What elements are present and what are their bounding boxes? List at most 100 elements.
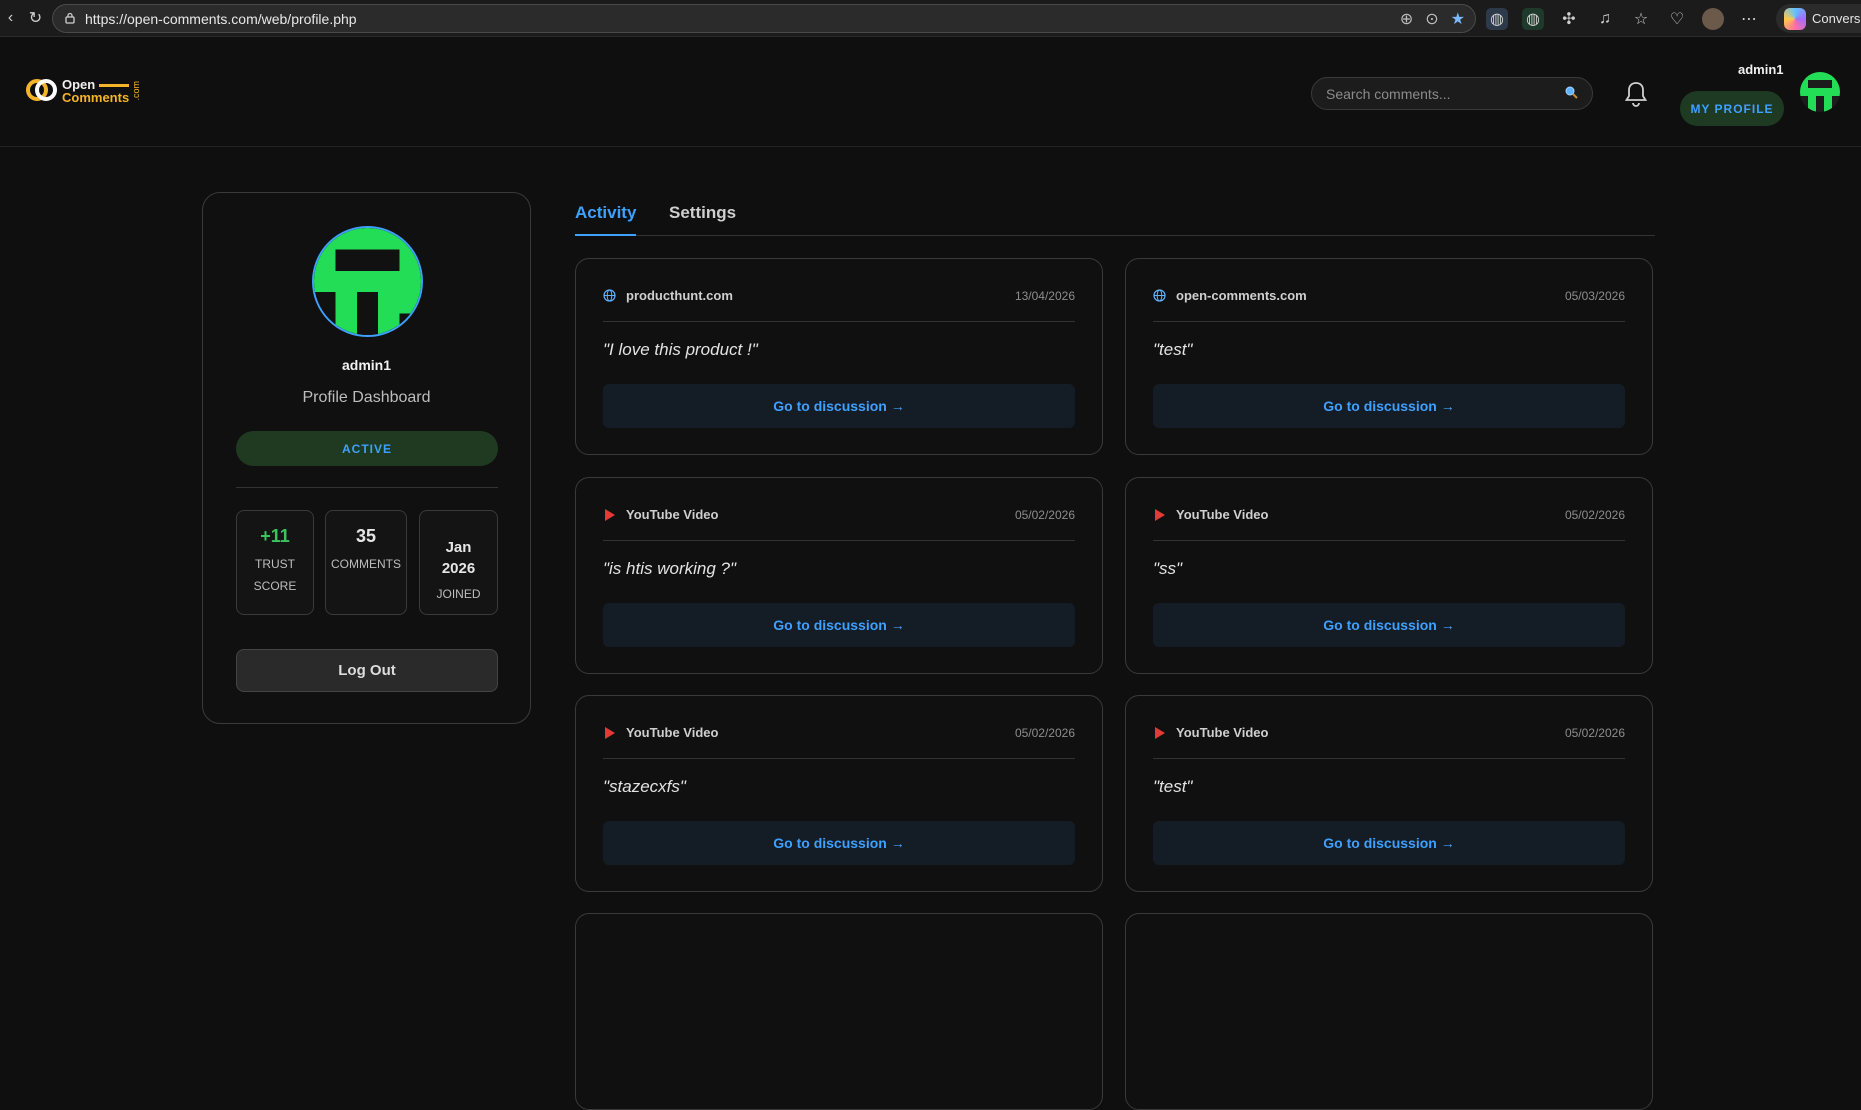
activity-comment: "ss" [1153,559,1183,578]
address-actions: ⊕ ⊙ ★ [1400,9,1465,29]
card-divider [603,321,1075,322]
search-box [1311,77,1593,110]
card-divider [1153,540,1625,541]
comments-stat: 35 COMMENTS [325,510,407,615]
profile-photo-icon[interactable] [1702,7,1724,30]
go-to-discussion-button[interactable]: Go to discussion → [1153,384,1625,428]
browser-nav: ‹ ↻ [0,8,50,28]
play-icon [603,508,616,521]
status-badge: ACTIVE [236,431,498,466]
activity-comment: "test" [1153,340,1193,359]
logout-button[interactable]: Log Out [236,649,498,692]
activity-date: 05/03/2026 [1564,288,1625,303]
reload-icon[interactable]: ↻ [29,8,42,28]
zoom-icon[interactable]: ⊕ [1400,9,1413,29]
activity-card: YouTube Video 05/02/2026 "test" Go to di… [1125,695,1653,892]
puzzle-icon[interactable]: ✣ [1558,8,1580,30]
profile-card: admin1 Profile Dashboard ACTIVE +11 TRUS… [202,192,531,724]
extension-icon[interactable]: ◍ [1522,7,1544,30]
activity-card: YouTube Video 05/02/2026 "ss" Go to disc… [1125,477,1653,674]
activity-card: YouTube Video 05/02/2026 "stazecxfs" Go … [575,695,1103,892]
activity-date: 05/02/2026 [1564,725,1625,740]
header-username: admin1 [1738,62,1784,77]
logo-bottom-text: Comments [62,90,130,105]
activity-source: YouTube Video [1176,507,1269,522]
play-icon [1153,508,1166,521]
go-to-discussion-button[interactable]: Go to discussion → [603,821,1075,865]
activity-source: YouTube Video [1176,725,1269,740]
card-divider [1153,321,1625,322]
activity-date: 05/02/2026 [1014,507,1075,522]
go-to-discussion-button[interactable]: Go to discussion → [603,603,1075,647]
copilot-button[interactable]: Conversa [1776,4,1861,33]
activity-comment: "stazecxfs" [603,777,686,796]
joined-month: Jan [445,539,472,556]
comments-label: COMMENTS [331,557,401,571]
play-icon [1153,726,1166,739]
activity-card: open-comments.com 05/03/2026 "test" Go t… [1125,258,1653,455]
url-text: https://open-comments.com/web/profile.ph… [85,10,357,27]
go-to-discussion-button[interactable]: Go to discussion → [603,384,1075,428]
card-divider [1153,758,1625,759]
favorites-icon[interactable]: ☆ [1630,8,1652,30]
activity-card: producthunt.com 13/04/2026 "I love this … [575,258,1103,455]
more-icon[interactable]: ⋯ [1738,8,1760,30]
globe-icon [1153,289,1166,302]
tab-settings[interactable]: Settings [669,203,736,223]
activity-card-partial [1125,913,1653,1110]
profile-name: admin1 [341,357,391,373]
trust-score-stat: +11 TRUST SCORE [236,510,314,615]
lock-icon [63,12,77,26]
my-profile-button[interactable]: MY PROFILE [1680,91,1784,126]
read-aloud-icon[interactable]: ⊙ [1425,9,1438,29]
profile-divider [236,487,498,488]
joined-label: JOINED [436,587,481,601]
browser-toolbar: ‹ ↻ https://open-comments.com/web/profil… [0,0,1861,37]
health-icon[interactable]: ♡ [1666,8,1688,30]
back-icon[interactable]: ‹ [8,9,13,27]
activity-source: YouTube Video [626,725,719,740]
copilot-label: Conversa [1812,11,1861,26]
play-icon [603,726,616,739]
trust-label-line1: TRUST [255,557,295,571]
search-icon[interactable] [1564,85,1578,102]
favorite-star-icon[interactable]: ★ [1451,9,1465,29]
go-to-discussion-button[interactable]: Go to discussion → [1153,821,1625,865]
logo-suffix: .com [131,81,142,101]
activity-comment: "I love this product !" [603,340,758,359]
go-to-discussion-button[interactable]: Go to discussion → [1153,603,1625,647]
card-divider [603,540,1075,541]
activity-source: producthunt.com [626,288,733,303]
activity-date: 05/02/2026 [1564,507,1625,522]
extensions-bar: ◍ ◍ ✣ ♫ ☆ ♡ ⋯ [1486,6,1760,31]
profile-avatar [312,226,423,337]
trust-label-line2: SCORE [253,579,297,593]
joined-year: 2026 [441,560,476,577]
site-logo[interactable]: Open Comments .com [26,77,141,105]
trust-score-label: TRUST SCORE [237,553,313,597]
profile-subtitle: Profile Dashboard [302,389,431,406]
copilot-icon [1784,7,1806,30]
search-input[interactable] [1326,85,1546,102]
profile-tabs: Activity Settings [575,200,1655,236]
music-icon[interactable]: ♫ [1594,8,1616,30]
globe-icon [603,289,616,302]
activity-card: YouTube Video 05/02/2026 "is htis workin… [575,477,1103,674]
comments-value: 35 [355,526,377,546]
site-header: Open Comments .com admin1 MY PROFILE [0,37,1861,147]
joined-stat: Jan 2026 JOINED [419,510,498,615]
notifications-bell-icon[interactable] [1622,79,1650,109]
trust-score-value: +11 [260,526,290,546]
logo-wordmark: Open Comments [62,78,130,105]
activity-comment: "is htis working ?" [603,559,737,578]
extension-icon[interactable]: ◍ [1486,7,1508,30]
tab-activity[interactable]: Activity [575,203,637,236]
header-avatar[interactable] [1800,72,1840,112]
joined-value: Jan 2026 [420,537,497,579]
activity-source: YouTube Video [626,507,719,522]
activity-date: 05/02/2026 [1014,725,1075,740]
card-divider [603,758,1075,759]
address-bar[interactable]: https://open-comments.com/web/profile.ph… [52,4,1476,33]
logo-mark-icon [26,77,58,105]
activity-date: 13/04/2026 [1014,288,1075,303]
